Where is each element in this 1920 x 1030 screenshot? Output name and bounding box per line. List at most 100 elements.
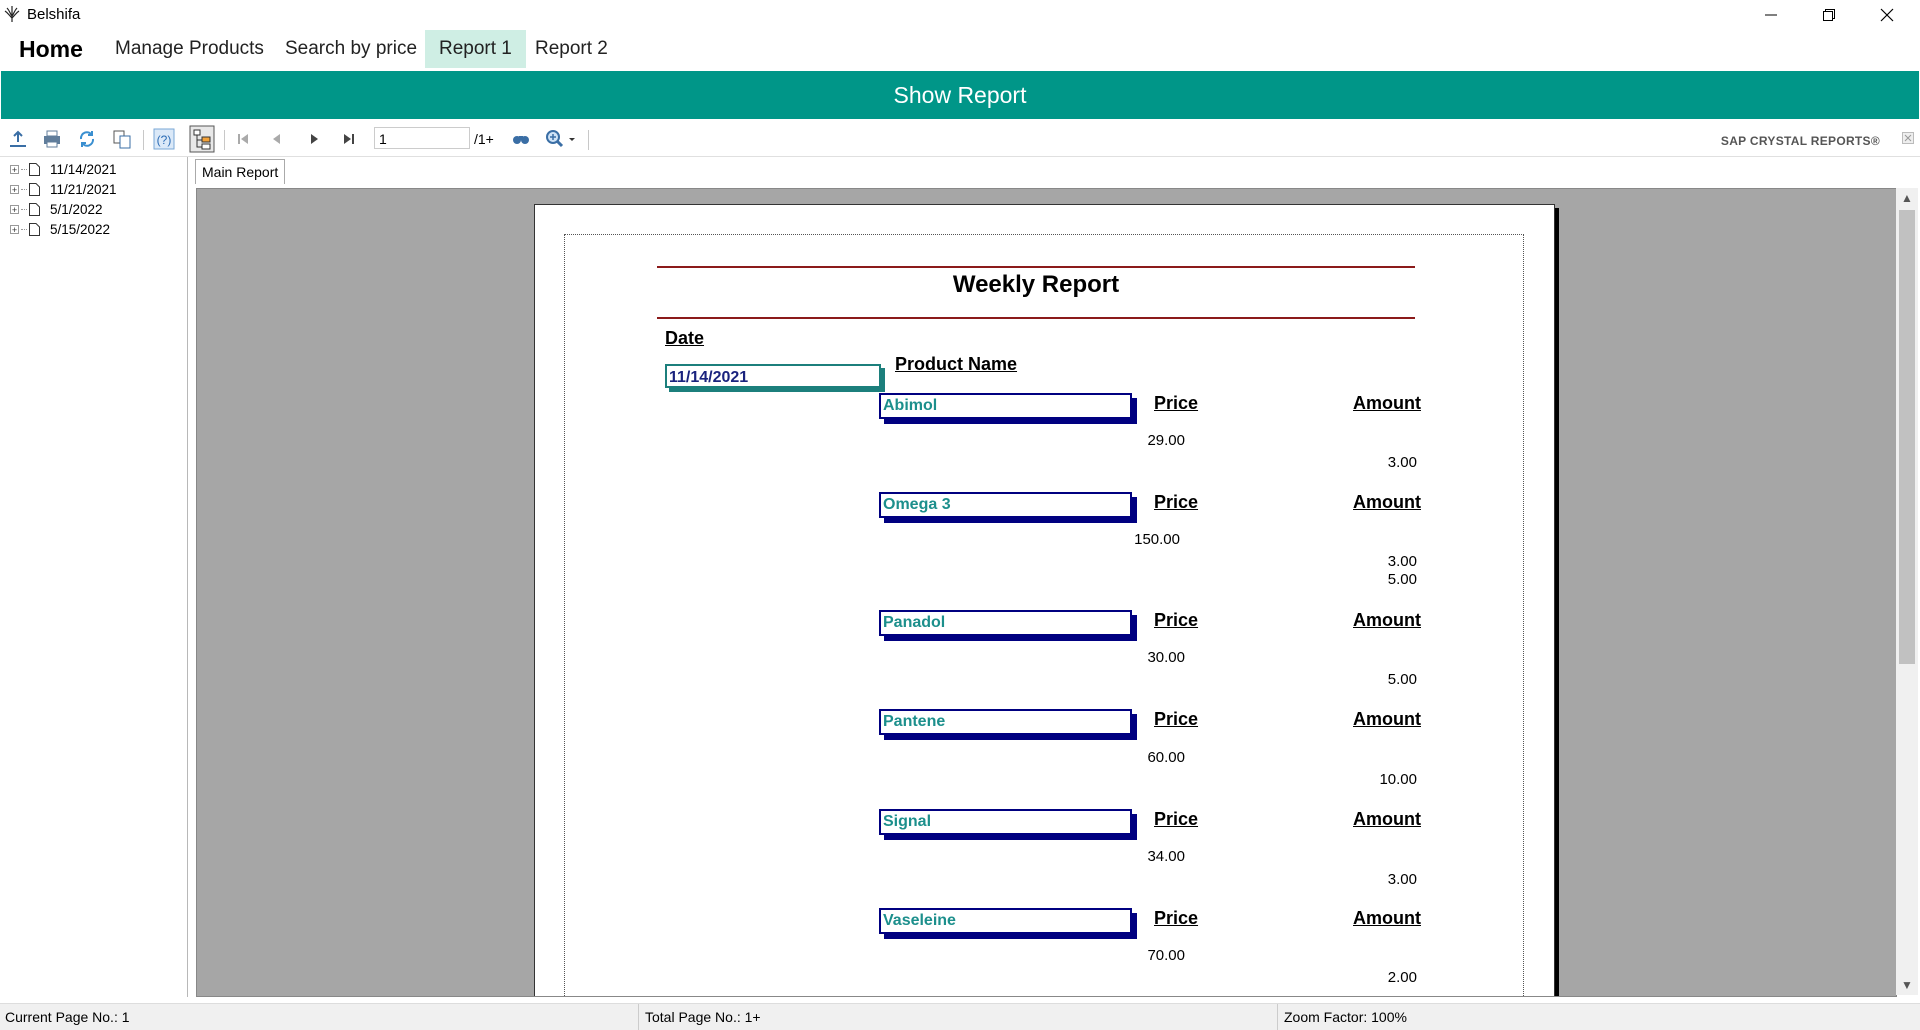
- product-name-label: Product Name: [895, 354, 1018, 374]
- find-icon[interactable]: [510, 128, 532, 150]
- price-label: Price: [1154, 709, 1199, 729]
- expand-icon[interactable]: +: [10, 224, 19, 234]
- scroll-thumb[interactable]: [1899, 210, 1915, 664]
- product-name: Vaseleine: [879, 908, 1132, 934]
- product-name: Panadol: [879, 610, 1132, 636]
- close-button[interactable]: [1858, 0, 1916, 30]
- tree-item-label: 5/15/2022: [50, 221, 111, 237]
- report-toolbar: (?) 1 /1+ SAP CRYSTAL REPORTS®: [0, 122, 1920, 157]
- group-tree-panel: + 11/14/2021 + 11/21/2021 + 5/1/2022 + 5…: [0, 157, 188, 997]
- amount-value: 10.00: [1379, 771, 1417, 788]
- amount-value: 2.00: [1387, 969, 1417, 986]
- report-tab-strip: Main Report: [190, 157, 1920, 187]
- export-icon[interactable]: [7, 128, 29, 150]
- menu-report-1[interactable]: Report 1: [425, 30, 526, 68]
- document-icon: [29, 182, 40, 196]
- tree-item[interactable]: + 11/14/2021: [10, 160, 117, 178]
- report-viewer: Weekly Report Date 11/14/2021 Product Na…: [196, 188, 1897, 997]
- close-icon[interactable]: [1902, 132, 1914, 144]
- tree-item[interactable]: + 11/21/2021: [10, 180, 117, 198]
- current-page-status: Current Page No.: 1: [5, 1009, 130, 1025]
- copy-icon[interactable]: [111, 128, 133, 150]
- price-value: 30.00: [1147, 649, 1185, 666]
- restore-icon: [1823, 9, 1835, 21]
- menu-report-2[interactable]: Report 2: [521, 30, 622, 68]
- amount-value: 3.00: [1387, 871, 1417, 888]
- menu-search-by-price[interactable]: Search by price: [271, 30, 431, 68]
- amount-value: 5.00: [1387, 571, 1417, 588]
- price-value: 70.00: [1147, 947, 1185, 964]
- amount-label: Amount: [1353, 908, 1421, 928]
- price-value: 29.00: [1147, 432, 1185, 449]
- menu-bar: Home Manage Products Search by price Rep…: [0, 30, 1920, 70]
- expand-icon[interactable]: +: [10, 204, 19, 214]
- app-icon: [4, 6, 20, 22]
- report-scrollbar[interactable]: ▲ ▼: [1896, 188, 1918, 995]
- print-icon[interactable]: [41, 128, 63, 150]
- last-page-icon[interactable]: [338, 128, 360, 150]
- price-label: Price: [1154, 610, 1199, 630]
- amount-value: 3.00: [1387, 454, 1417, 471]
- price-label: Price: [1154, 908, 1199, 928]
- svg-text:(?): (?): [157, 133, 172, 147]
- date-value: 11/14/2021: [665, 364, 881, 388]
- close-icon: [1880, 8, 1894, 22]
- status-separator: [638, 1004, 639, 1030]
- tree-item-label: 5/1/2022: [50, 201, 103, 217]
- amount-label: Amount: [1353, 610, 1421, 630]
- tree-item-label: 11/14/2021: [50, 161, 117, 177]
- tree-item-label: 11/21/2021: [50, 181, 117, 197]
- help-icon[interactable]: (?): [153, 128, 175, 150]
- report-title: Weekly Report: [952, 271, 1120, 298]
- page-number-input[interactable]: 1: [374, 127, 470, 149]
- price-label: Price: [1154, 492, 1199, 512]
- tree-item[interactable]: + 5/1/2022: [10, 200, 103, 218]
- product-name: Pantene: [879, 709, 1132, 735]
- next-page-icon[interactable]: [303, 128, 325, 150]
- menu-home[interactable]: Home: [5, 30, 97, 68]
- zoom-factor-status: Zoom Factor: 100%: [1284, 1009, 1407, 1025]
- minimize-button[interactable]: [1742, 0, 1800, 30]
- scroll-down-icon[interactable]: ▼: [1896, 975, 1918, 995]
- title-bar: Belshifa: [0, 0, 1920, 30]
- title-rule-top: [657, 266, 1415, 268]
- first-page-icon[interactable]: [232, 128, 254, 150]
- product-name: Signal: [879, 809, 1132, 835]
- amount-label: Amount: [1353, 809, 1421, 829]
- status-separator: [1277, 1004, 1278, 1030]
- price-value: 60.00: [1147, 749, 1185, 766]
- date-label: Date: [665, 328, 705, 348]
- menu-manage-products[interactable]: Manage Products: [101, 30, 278, 68]
- minimize-icon: [1765, 14, 1777, 16]
- prev-page-icon[interactable]: [266, 128, 288, 150]
- status-bar: Current Page No.: 1 Total Page No.: 1+ Z…: [0, 1003, 1920, 1030]
- product-name: Omega 3: [879, 492, 1132, 518]
- total-page-status: Total Page No.: 1+: [645, 1009, 761, 1025]
- refresh-icon[interactable]: [76, 128, 98, 150]
- document-icon: [29, 162, 40, 176]
- price-label: Price: [1154, 393, 1199, 413]
- tree-item[interactable]: + 5/15/2022: [10, 220, 110, 238]
- amount-label: Amount: [1353, 709, 1421, 729]
- zoom-icon[interactable]: [544, 128, 578, 150]
- price-label: Price: [1154, 809, 1199, 829]
- document-icon: [29, 222, 40, 236]
- expand-icon[interactable]: +: [10, 184, 19, 194]
- price-value: 34.00: [1147, 848, 1185, 865]
- scroll-up-icon[interactable]: ▲: [1896, 188, 1918, 208]
- show-report-button[interactable]: Show Report: [1, 71, 1919, 119]
- toolbar-separator: [224, 130, 225, 150]
- group-tree-icon[interactable]: [189, 125, 215, 153]
- tab-main-report[interactable]: Main Report: [195, 159, 286, 184]
- title-rule-bottom: [657, 317, 1415, 319]
- amount-label: Amount: [1353, 492, 1421, 512]
- sap-brand-label: SAP CRYSTAL REPORTS®: [1720, 134, 1880, 148]
- expand-icon[interactable]: +: [10, 164, 19, 174]
- toolbar-separator: [143, 130, 144, 150]
- product-name: Abimol: [879, 393, 1132, 419]
- page-total-label: /1+: [474, 131, 494, 147]
- restore-button[interactable]: [1800, 0, 1858, 30]
- amount-value: 5.00: [1387, 671, 1417, 688]
- amount-label: Amount: [1353, 393, 1421, 413]
- price-value: 150.00: [1134, 531, 1180, 548]
